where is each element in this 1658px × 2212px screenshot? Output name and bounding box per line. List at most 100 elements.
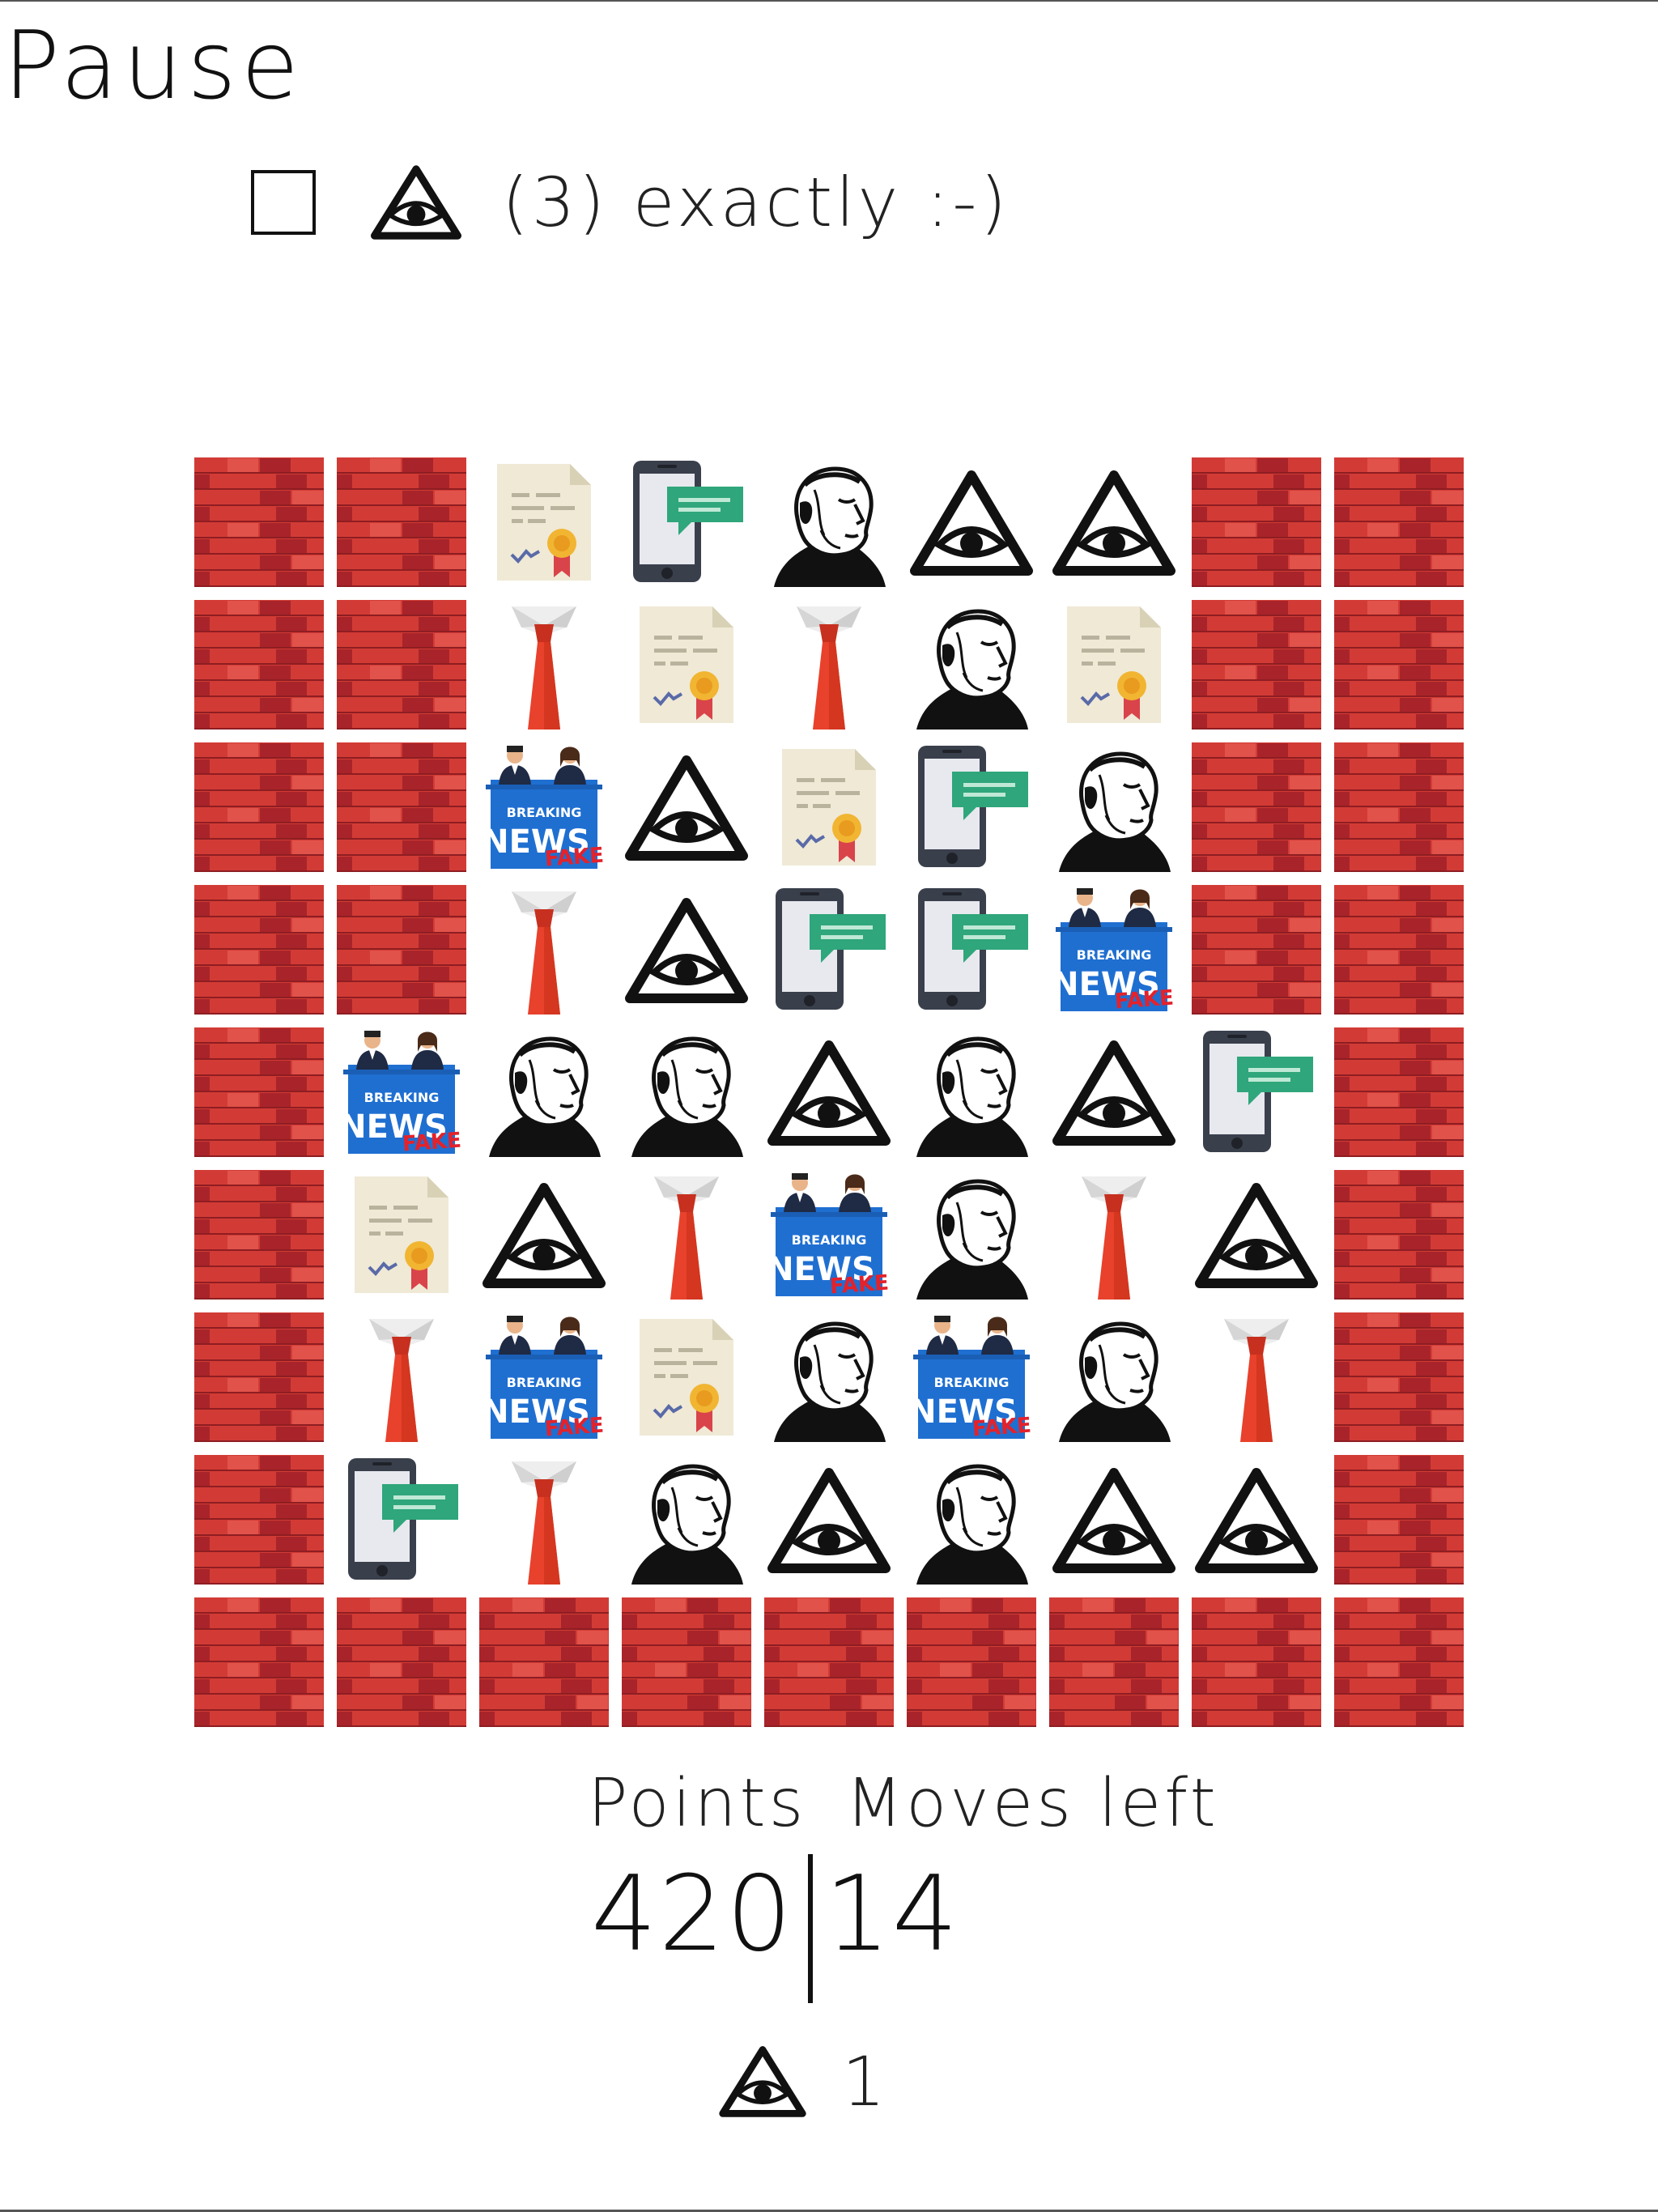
brick-wall-icon	[1334, 1027, 1464, 1157]
phone-message-tile[interactable]	[1192, 1027, 1321, 1157]
tie-tile[interactable]	[1192, 1312, 1321, 1442]
eye-pyramid-tile[interactable]	[479, 1170, 609, 1300]
pause-button[interactable]: Pause	[3, 10, 304, 123]
phone-message-tile[interactable]	[337, 1455, 466, 1585]
portrait-profile-tile[interactable]	[622, 1455, 751, 1585]
fake-news-icon: BREAKINGNEWSFAKE	[339, 1031, 462, 1157]
svg-text:BREAKING: BREAKING	[792, 1232, 867, 1248]
brick-wall-icon	[907, 1597, 1036, 1727]
eye-pyramid-icon	[483, 1183, 606, 1288]
phone-message-icon	[918, 888, 1028, 1010]
portrait-profile-tile[interactable]	[907, 1027, 1036, 1157]
fake-news-tile[interactable]: BREAKING NEWS FAKE	[764, 1170, 894, 1300]
fake-news-tile[interactable]: BREAKING NEWS FAKE	[337, 1027, 466, 1157]
eye-pyramid-tile[interactable]	[622, 742, 751, 872]
eye-pyramid-tile[interactable]	[622, 885, 751, 1015]
brick-wall-tile	[479, 1597, 609, 1727]
certificate-document-tile[interactable]	[764, 742, 894, 872]
tie-tile[interactable]	[1049, 1170, 1179, 1300]
portrait-profile-tile[interactable]	[764, 457, 894, 587]
brick-wall-icon	[1334, 1455, 1464, 1585]
brick-wall-icon	[194, 600, 324, 730]
certificate-document-tile[interactable]	[337, 1170, 466, 1300]
brick-wall-icon	[764, 1597, 894, 1727]
brick-wall-tile	[337, 1597, 466, 1727]
eye-pyramid-icon[interactable]	[716, 2044, 810, 2119]
eye-pyramid-tile[interactable]	[764, 1027, 894, 1157]
brick-wall-tile	[1334, 457, 1464, 587]
objective-row: (3) exactly :-)	[251, 154, 1010, 251]
portrait-profile-tile[interactable]	[622, 1027, 751, 1157]
eye-pyramid-icon	[625, 755, 748, 861]
brick-wall-icon	[337, 1597, 466, 1727]
phone-message-tile[interactable]	[907, 742, 1036, 872]
portrait-profile-tile[interactable]	[907, 1170, 1036, 1300]
eye-pyramid-tile[interactable]	[764, 1455, 894, 1585]
fake-news-tile[interactable]: BREAKING NEWS FAKE	[1049, 885, 1179, 1015]
tie-icon	[1082, 1176, 1146, 1300]
svg-text:FAKE: FAKE	[544, 1414, 605, 1442]
fake-news-tile[interactable]: BREAKING NEWS FAKE	[479, 1312, 609, 1442]
game-board: BREAKING NEWS FAKE BREAKING NEWS FAKE BREAKING…	[194, 457, 1464, 1727]
phone-message-icon	[1203, 1031, 1313, 1152]
brick-wall-tile	[1192, 885, 1321, 1015]
phone-message-tile[interactable]	[907, 885, 1036, 1015]
brick-wall-icon	[1192, 1597, 1321, 1727]
tie-tile[interactable]	[337, 1312, 466, 1442]
svg-text:BREAKING: BREAKING	[1077, 947, 1152, 963]
objective-checkbox[interactable]	[251, 170, 316, 235]
portrait-profile-tile[interactable]	[764, 1312, 894, 1442]
certificate-document-tile[interactable]	[479, 457, 609, 587]
fake-news-tile[interactable]: BREAKING NEWS FAKE	[907, 1312, 1036, 1442]
phone-message-tile[interactable]	[764, 885, 894, 1015]
brick-wall-tile	[1334, 1597, 1464, 1727]
certificate-document-tile[interactable]	[622, 1312, 751, 1442]
phone-message-tile[interactable]	[622, 457, 751, 587]
eye-pyramid-tile[interactable]	[1049, 457, 1179, 587]
brick-wall-icon	[1334, 1312, 1464, 1442]
eye-pyramid-tile[interactable]	[1049, 1027, 1179, 1157]
brick-wall-icon	[1192, 742, 1321, 872]
brick-wall-tile	[194, 600, 324, 730]
portrait-profile-tile[interactable]	[907, 1455, 1036, 1585]
brick-wall-icon	[194, 457, 324, 587]
brick-wall-tile	[907, 1597, 1036, 1727]
certificate-document-tile[interactable]	[622, 600, 751, 730]
stats-divider	[808, 1854, 814, 2003]
eye-pyramid-icon	[767, 1468, 891, 1573]
brick-wall-tile	[194, 1597, 324, 1727]
svg-text:BREAKING: BREAKING	[507, 1375, 582, 1390]
tie-tile[interactable]	[479, 885, 609, 1015]
brick-wall-icon	[1334, 600, 1464, 730]
brick-wall-icon	[1334, 1597, 1464, 1727]
eye-pyramid-tile[interactable]	[1192, 1455, 1321, 1585]
eye-pyramid-tile[interactable]	[1049, 1455, 1179, 1585]
top-border	[0, 0, 1658, 2]
tie-tile[interactable]	[622, 1170, 751, 1300]
portrait-profile-tile[interactable]	[907, 600, 1036, 730]
brick-wall-tile	[1049, 1597, 1179, 1727]
certificate-document-tile[interactable]	[1049, 600, 1179, 730]
tie-tile[interactable]	[479, 1455, 609, 1585]
portrait-profile-icon	[916, 1036, 1028, 1157]
portrait-profile-tile[interactable]	[479, 1027, 609, 1157]
brick-wall-icon	[337, 742, 466, 872]
tie-tile[interactable]	[764, 600, 894, 730]
tie-tile[interactable]	[479, 600, 609, 730]
phone-message-icon	[633, 461, 743, 582]
fake-news-icon: BREAKINGNEWSFAKE	[1052, 888, 1175, 1015]
points-value: 420	[591, 1854, 794, 1975]
certificate-document-icon	[782, 749, 876, 866]
bonus-count: 1	[842, 2042, 886, 2121]
brick-wall-tile	[1334, 600, 1464, 730]
phone-message-icon	[348, 1458, 458, 1580]
brick-wall-tile	[194, 457, 324, 587]
portrait-profile-tile[interactable]	[1049, 1312, 1179, 1442]
brick-wall-icon	[194, 1312, 324, 1442]
eye-pyramid-tile[interactable]	[907, 457, 1036, 587]
tie-icon	[654, 1176, 719, 1300]
eye-pyramid-tile[interactable]	[1192, 1170, 1321, 1300]
brick-wall-icon	[194, 1455, 324, 1585]
portrait-profile-tile[interactable]	[1049, 742, 1179, 872]
fake-news-tile[interactable]: BREAKING NEWS FAKE	[479, 742, 609, 872]
